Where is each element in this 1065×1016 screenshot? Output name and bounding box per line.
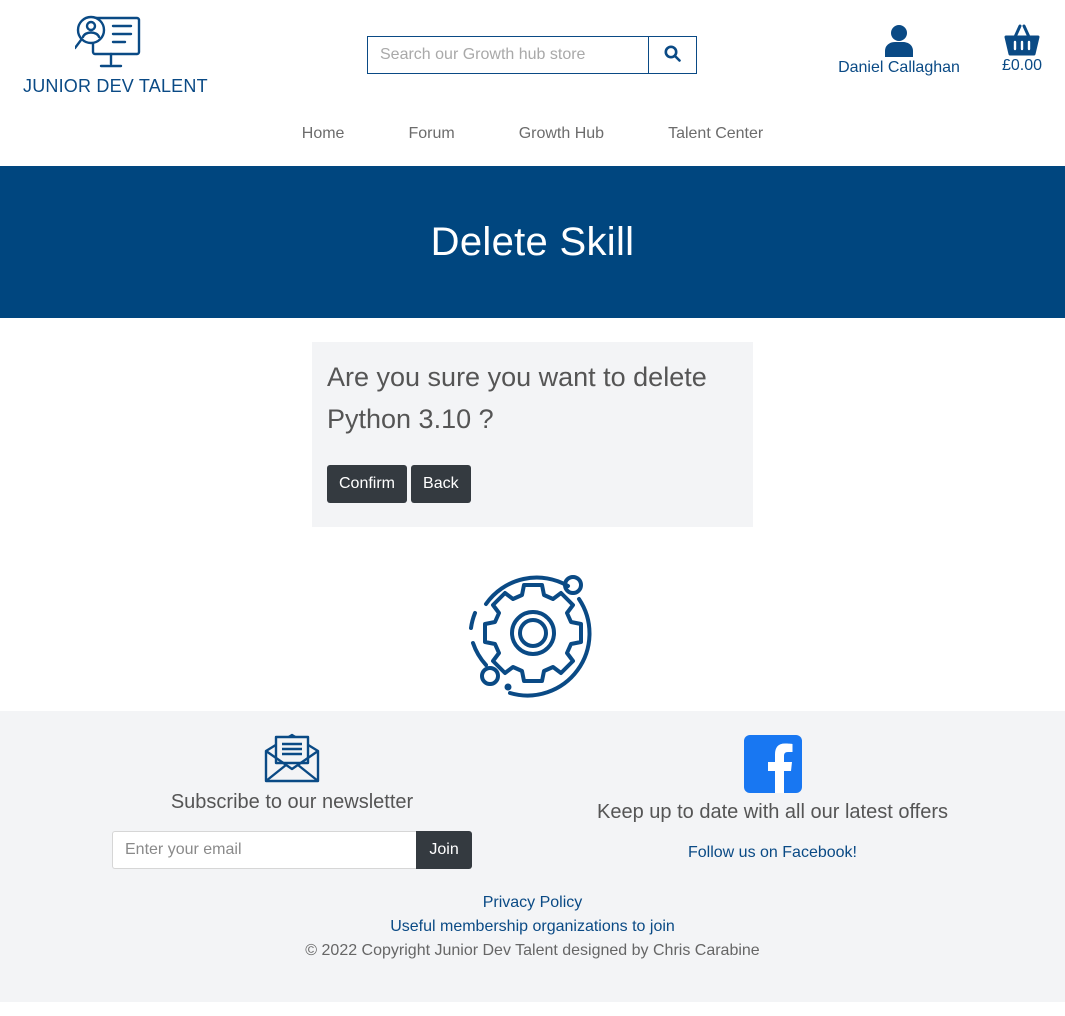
nav-growth-hub[interactable]: Growth Hub <box>487 115 636 151</box>
copyright-text: © 2022 Copyright Junior Dev Talent desig… <box>305 942 760 959</box>
nav-home[interactable]: Home <box>270 115 377 151</box>
footer-links: Privacy Policy Useful membership organiz… <box>0 891 1065 963</box>
confirmation-question: Are you sure you want to delete Python 3… <box>327 362 707 434</box>
page-title: Delete Skill <box>430 219 635 264</box>
newsletter-section: Subscribe to our newsletter Join <box>112 731 472 869</box>
newsletter-form: Join <box>112 831 472 869</box>
gear-orbit-icon <box>466 565 600 699</box>
basket-icon <box>996 23 1048 56</box>
newsletter-title: Subscribe to our newsletter <box>170 791 414 813</box>
site-footer: Subscribe to our newsletter Join Keep up… <box>0 711 1065 1002</box>
privacy-policy-link[interactable]: Privacy Policy <box>0 891 1065 915</box>
main-nav: Home Forum Growth Hub Talent Center <box>0 115 1065 151</box>
newsletter-join-button[interactable]: Join <box>416 831 472 869</box>
search-button[interactable] <box>648 36 697 74</box>
social-title: Keep up to date with all our latest offe… <box>597 801 948 823</box>
facebook-link[interactable]: Follow us on Facebook! <box>688 844 857 862</box>
back-button[interactable]: Back <box>411 465 471 503</box>
brand-logo[interactable]: JUNIOR DEV TALENT <box>20 12 208 102</box>
delete-confirmation-card: Are you sure you want to delete Python 3… <box>312 342 753 527</box>
search-form <box>367 36 697 74</box>
confirm-button[interactable]: Confirm <box>327 465 408 503</box>
nav-forum[interactable]: Forum <box>376 115 486 151</box>
user-icon <box>836 24 962 57</box>
basket-total: £0.00 <box>1001 57 1043 74</box>
account-link[interactable]: Daniel Callaghan <box>836 22 962 80</box>
facebook-icon[interactable] <box>570 735 975 793</box>
search-icon <box>664 45 681 65</box>
basket-link[interactable]: £0.00 <box>996 22 1048 80</box>
account-name: Daniel Callaghan <box>838 59 960 76</box>
brand-name: JUNIOR DEV TALENT <box>23 76 208 96</box>
page-hero: Delete Skill <box>0 166 1065 318</box>
envelope-icon <box>112 731 472 783</box>
memberships-link[interactable]: Useful membership organizations to join <box>0 915 1065 939</box>
search-input[interactable] <box>367 36 648 74</box>
nav-talent-center[interactable]: Talent Center <box>636 115 795 151</box>
confirmation-actions: Confirm Back <box>327 465 471 503</box>
newsletter-email-input[interactable] <box>112 831 417 869</box>
social-section: Keep up to date with all our latest offe… <box>570 735 975 862</box>
